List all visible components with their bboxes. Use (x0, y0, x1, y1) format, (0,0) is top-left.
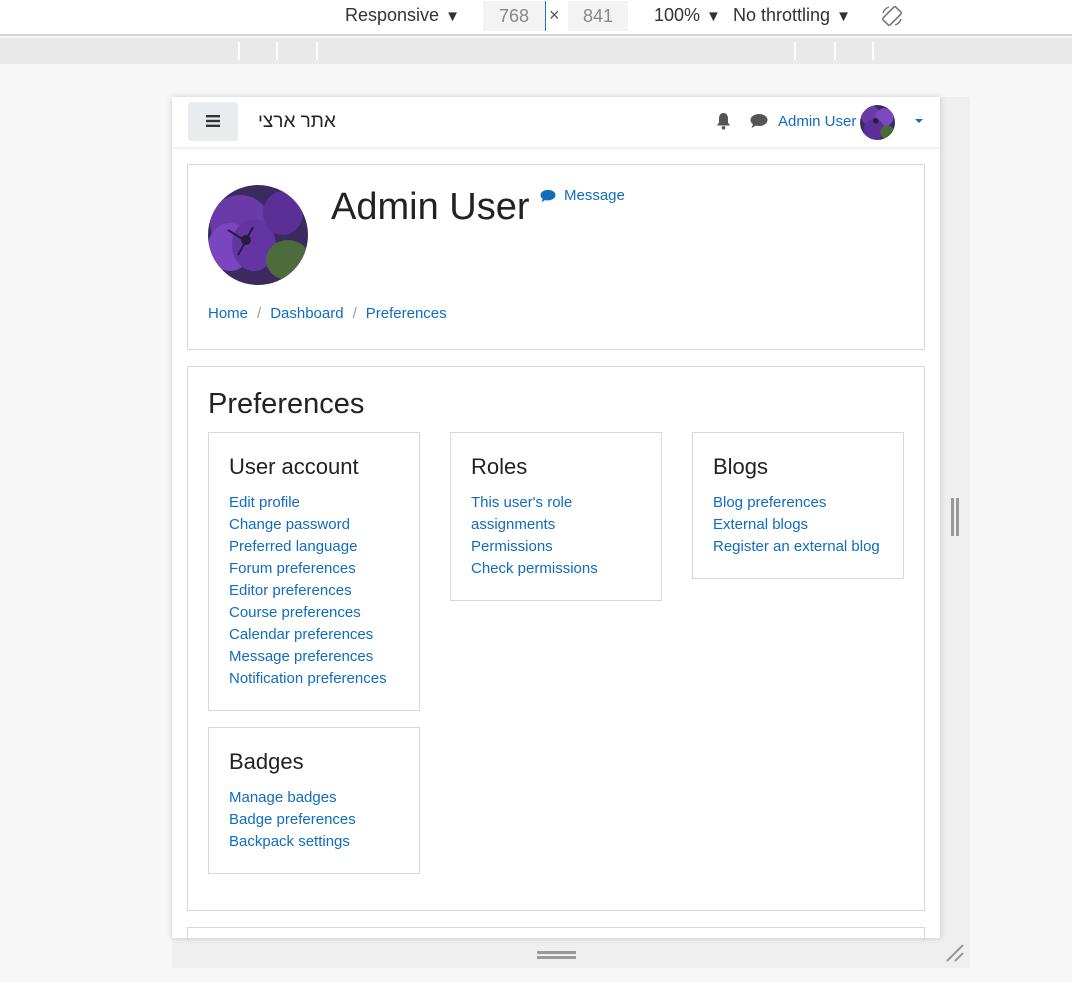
breadcrumb-separator: / (257, 305, 262, 322)
avatar[interactable] (860, 105, 895, 140)
devtools-toolbar: Responsive ▼ 768 × 841 100% ▼ No throttlin… (0, 0, 1072, 36)
hamburger-icon (206, 115, 220, 127)
link-list: Edit profile Change password Preferred l… (229, 492, 387, 690)
site-name[interactable]: אתר ארצי (258, 111, 336, 133)
roles-box: Roles This user's role assignments Permi… (450, 432, 662, 601)
course-preferences-link[interactable]: Course preferences (229, 602, 387, 624)
message-label: Message (564, 187, 625, 204)
blog-preferences-link[interactable]: Blog preferences (713, 492, 880, 514)
width-input[interactable]: 768 (483, 1, 546, 31)
chat-icon[interactable] (750, 113, 768, 129)
user-account-box: User account Edit profile Change passwor… (208, 432, 420, 711)
ruler-segment[interactable] (276, 42, 278, 60)
chat-icon (540, 189, 556, 202)
rotate-icon[interactable] (880, 4, 904, 28)
ruler-segment[interactable] (872, 42, 874, 60)
box-title: Blogs (713, 454, 769, 479)
resize-corner-icon[interactable] (945, 943, 967, 965)
forum-preferences-link[interactable]: Forum preferences (229, 558, 387, 580)
message-button[interactable]: Message (540, 187, 625, 204)
chevron-down-icon[interactable] (915, 119, 923, 123)
blogs-box: Blogs Blog preferences External blogs Re… (692, 432, 904, 579)
link-list: Manage badges Badge preferences Backpack… (229, 787, 356, 853)
link-list: This user's role assignments Permissions… (471, 492, 651, 580)
register-external-blog-link[interactable]: Register an external blog (713, 536, 880, 558)
bell-icon[interactable] (715, 112, 732, 130)
chevron-down-icon: ▼ (445, 8, 460, 25)
badge-preferences-link[interactable]: Badge preferences (229, 809, 356, 831)
main-region: Preferences User account Edit profile Ch… (187, 366, 925, 911)
box-title: Roles (471, 454, 528, 479)
change-password-link[interactable]: Change password (229, 514, 387, 536)
role-assignments-link[interactable]: This user's role assignments (471, 492, 651, 536)
box-title: Badges (229, 749, 304, 774)
breadcrumb-home[interactable]: Home (208, 305, 248, 322)
breadcrumb-separator: / (352, 305, 357, 322)
editor-preferences-link[interactable]: Editor preferences (229, 580, 387, 602)
zoom-select[interactable]: 100% ▼ (654, 5, 721, 26)
preferred-language-link[interactable]: Preferred language (229, 536, 387, 558)
check-permissions-link[interactable]: Check permissions (471, 558, 651, 580)
ruler-segment[interactable] (794, 42, 796, 60)
breadcrumb: Home / Dashboard / Preferences (208, 305, 447, 322)
calendar-preferences-link[interactable]: Calendar preferences (229, 624, 387, 646)
footer-card (187, 927, 925, 938)
drawer-toggle-button[interactable] (188, 102, 238, 141)
navbar: אתר ארצי Admin User (172, 97, 940, 147)
resize-handle-bottom[interactable] (537, 951, 576, 959)
avatar (208, 185, 308, 285)
breadcrumb-dashboard[interactable]: Dashboard (270, 305, 343, 322)
media-query-ruler (0, 38, 1072, 64)
edit-profile-link[interactable]: Edit profile (229, 492, 387, 514)
page-header: Admin User Message Home / Dashboard / Pr… (187, 164, 925, 350)
page-title: Admin User (331, 186, 530, 228)
device-select[interactable]: Responsive ▼ (345, 5, 460, 26)
section-title: Preferences (208, 388, 365, 420)
external-blogs-link[interactable]: External blogs (713, 514, 880, 536)
box-title: User account (229, 454, 359, 479)
height-input[interactable]: 841 (568, 1, 628, 31)
device-viewport: אתר ארצי Admin User Admin User Message H… (172, 97, 940, 938)
link-list: Blog preferences External blogs Register… (713, 492, 880, 558)
ruler-segment[interactable] (316, 42, 318, 60)
ruler-segment[interactable] (238, 42, 240, 60)
chevron-down-icon: ▼ (836, 8, 851, 25)
chevron-down-icon: ▼ (706, 8, 721, 25)
badges-box: Badges Manage badges Badge preferences B… (208, 727, 420, 874)
manage-badges-link[interactable]: Manage badges (229, 787, 356, 809)
times-label: × (549, 5, 560, 25)
user-menu-name[interactable]: Admin User (778, 113, 856, 130)
notification-preferences-link[interactable]: Notification preferences (229, 668, 387, 690)
permissions-link[interactable]: Permissions (471, 536, 651, 558)
ruler-segment[interactable] (834, 42, 836, 60)
backpack-settings-link[interactable]: Backpack settings (229, 831, 356, 853)
resize-handle-right[interactable] (951, 498, 961, 536)
breadcrumb-preferences[interactable]: Preferences (366, 305, 447, 322)
message-preferences-link[interactable]: Message preferences (229, 646, 387, 668)
throttling-select[interactable]: No throttling ▼ (733, 5, 851, 26)
